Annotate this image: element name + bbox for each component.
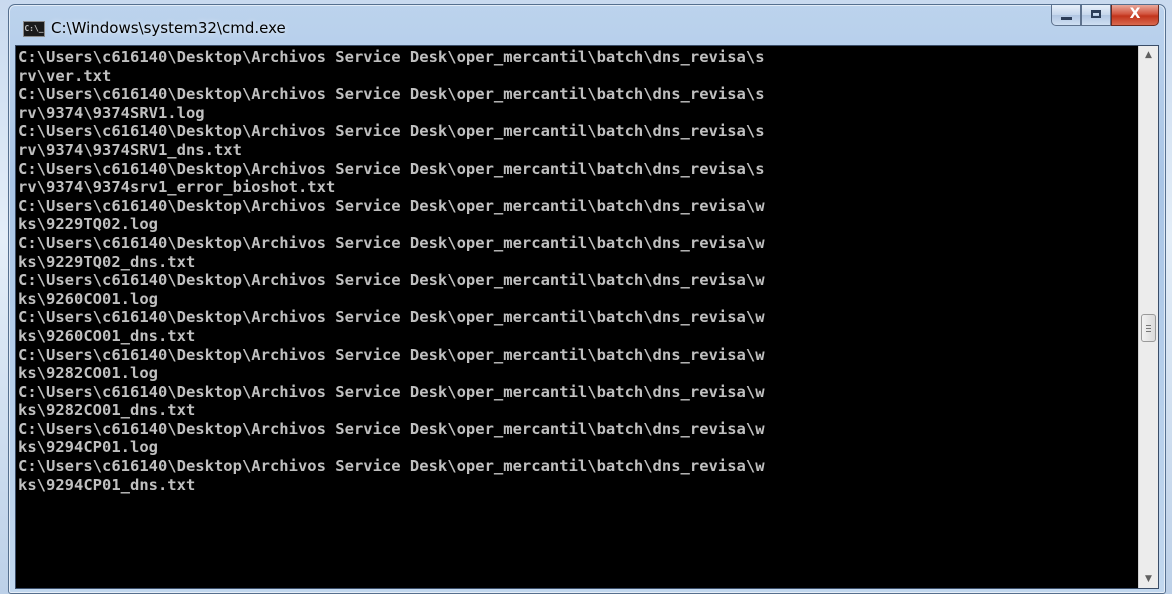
thumb-grip	[1146, 331, 1151, 332]
maximize-icon	[1091, 10, 1101, 18]
thumb-grip	[1146, 328, 1151, 329]
caption-buttons: X	[1051, 5, 1159, 27]
console-line: ks\9260CO01_dns.txt	[18, 326, 196, 345]
console-line: C:\Users\c616140\Desktop\Archivos Servic…	[18, 419, 765, 438]
vertical-scrollbar[interactable]: ▲ ▼	[1138, 46, 1158, 588]
chevron-up-icon: ▲	[1145, 50, 1152, 60]
maximize-button[interactable]	[1081, 5, 1111, 26]
console-line: ks\9282CO01.log	[18, 364, 158, 383]
console-line: rv\9374\9374SRV1.log	[18, 103, 205, 122]
console-line: C:\Users\c616140\Desktop\Archivos Servic…	[18, 122, 765, 141]
console-line: rv\9374\9374srv1_error_bioshot.txt	[18, 178, 336, 197]
console-line: C:\Users\c616140\Desktop\Archivos Servic…	[18, 345, 765, 364]
console-line: C:\Users\c616140\Desktop\Archivos Servic…	[18, 48, 765, 66]
console-line: C:\Users\c616140\Desktop\Archivos Servic…	[18, 233, 765, 252]
cmd-window[interactable]: C:\_ C:\Windows\system32\cmd.exe X C:\Us…	[8, 4, 1166, 594]
title-bar[interactable]: C:\_ C:\Windows\system32\cmd.exe X	[9, 5, 1165, 45]
minimize-icon	[1061, 17, 1072, 20]
console-line: ks\9260CO01.log	[18, 289, 158, 308]
chevron-down-icon: ▼	[1145, 574, 1152, 584]
minimize-button[interactable]	[1051, 5, 1081, 26]
console-line: ks\9294CP01_dns.txt	[18, 475, 196, 494]
console-line: C:\Users\c616140\Desktop\Archivos Servic…	[18, 85, 765, 104]
thumb-grip	[1146, 325, 1151, 326]
console-line: C:\Users\c616140\Desktop\Archivos Servic…	[18, 159, 765, 178]
console-line: ks\9229TQ02.log	[18, 215, 158, 234]
console-line: rv\9374\9374SRV1_dns.txt	[18, 140, 242, 159]
console-line: rv\ver.txt	[18, 66, 112, 85]
close-button[interactable]: X	[1111, 5, 1159, 26]
scroll-thumb[interactable]	[1141, 314, 1156, 342]
close-icon: X	[1129, 6, 1141, 22]
console-line: C:\Users\c616140\Desktop\Archivos Servic…	[18, 271, 765, 290]
console-line: ks\9229TQ02_dns.txt	[18, 252, 196, 271]
scroll-up-button[interactable]: ▲	[1139, 46, 1158, 64]
console-line: C:\Users\c616140\Desktop\Archivos Servic…	[18, 308, 765, 327]
window-title: C:\Windows\system32\cmd.exe	[51, 19, 286, 37]
console-line: ks\9294CP01.log	[18, 438, 158, 457]
console-line: C:\Users\c616140\Desktop\Archivos Servic…	[18, 457, 765, 476]
console-line: C:\Users\c616140\Desktop\Archivos Servic…	[18, 382, 765, 401]
console-line: C:\Users\c616140\Desktop\Archivos Servic…	[18, 196, 765, 215]
console-client-area[interactable]: C:\Users\c616140\Desktop\Archivos Servic…	[15, 45, 1159, 589]
scroll-down-button[interactable]: ▼	[1139, 570, 1158, 588]
cmd-prompt-icon[interactable]: C:\_	[23, 21, 45, 37]
console-line: ks\9282CO01_dns.txt	[18, 401, 196, 420]
console-output[interactable]: C:\Users\c616140\Desktop\Archivos Servic…	[18, 48, 1136, 586]
